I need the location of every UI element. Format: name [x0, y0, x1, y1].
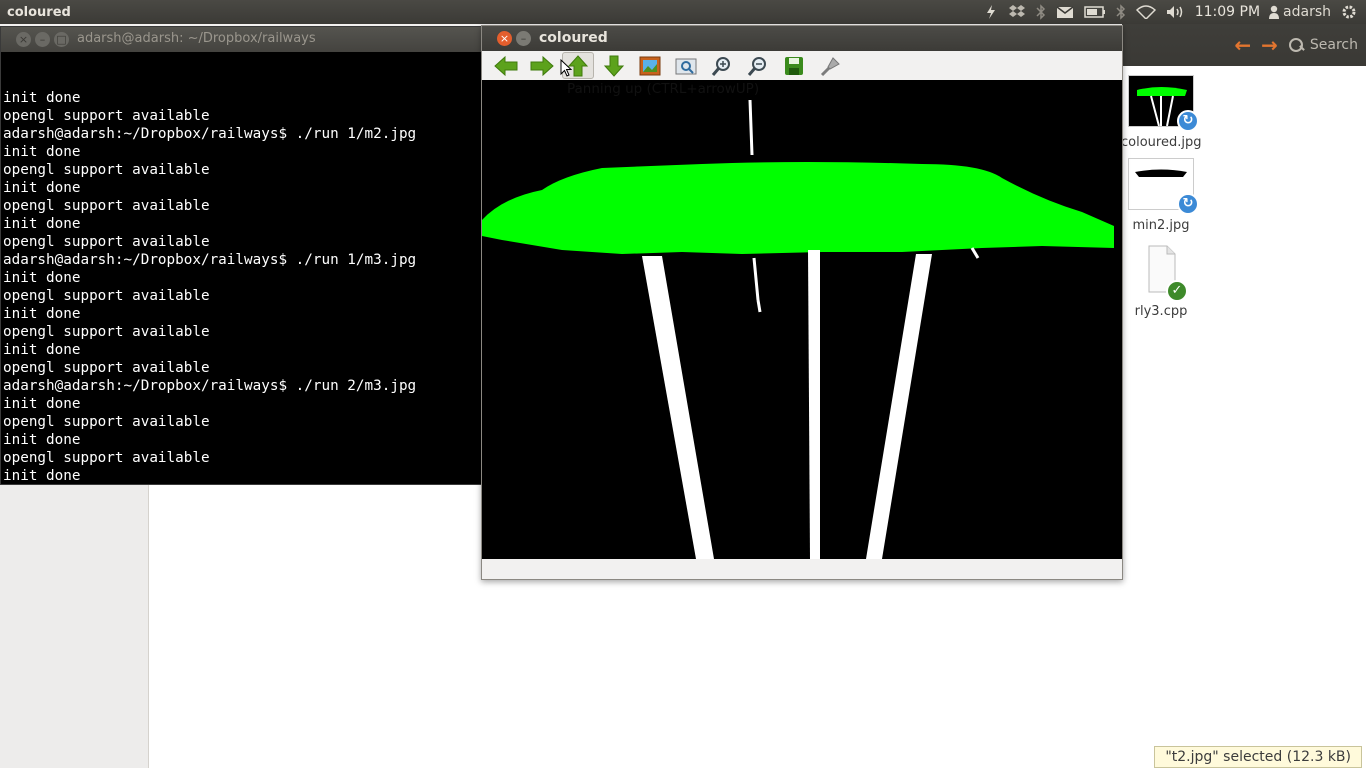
user-name: adarsh [1283, 4, 1331, 20]
user-menu[interactable]: adarsh [1264, 0, 1336, 24]
pan-down-icon[interactable] [596, 52, 632, 79]
window-controls: × – □ [12, 32, 69, 47]
terminal-line: init done [3, 468, 81, 484]
terminal-line: init done [3, 396, 81, 412]
file-item-min2[interactable]: ↻ min2.jpg [1121, 158, 1201, 233]
pan-left-icon[interactable] [488, 52, 524, 79]
check-emblem-icon: ✓ [1166, 280, 1188, 302]
dropbox-icon[interactable] [1003, 0, 1031, 24]
terminal-line: init done [3, 90, 81, 106]
close-icon[interactable]: × [16, 32, 31, 47]
terminal-titlebar[interactable]: × – □ adarsh@adarsh: ~/Dropbox/railways [1, 27, 481, 52]
power-icon[interactable] [979, 0, 1003, 24]
zoom-fit-icon[interactable] [632, 52, 668, 79]
clock[interactable]: 11:09 PM [1191, 4, 1264, 20]
file-manager-toolbar: ← → Search [1122, 24, 1366, 66]
minimize-icon[interactable]: – [516, 31, 531, 46]
window-controls: × – [493, 31, 531, 46]
search-label: Search [1309, 37, 1358, 53]
terminal-line: opengl support available [3, 324, 210, 340]
forward-arrow-icon[interactable]: → [1261, 33, 1278, 57]
viewer-toolbar [482, 51, 1122, 80]
sync-emblem-icon: ↻ [1177, 110, 1199, 132]
image-viewer-window[interactable]: × – coloured Panning up (CTRL+arrowUP) [481, 25, 1123, 580]
terminal-line: opengl support available [3, 162, 210, 178]
viewer-title: coloured [539, 30, 608, 46]
terminal-line: adarsh@adarsh:~/Dropbox/railways$ ./run … [3, 252, 417, 268]
file-name: coloured.jpg [1121, 135, 1202, 150]
properties-icon[interactable] [812, 52, 848, 79]
minimize-icon[interactable]: – [35, 32, 50, 47]
terminal-line: init done [3, 432, 81, 448]
file-name: min2.jpg [1132, 218, 1190, 233]
file-item-coloured[interactable]: ↻ coloured.jpg [1121, 75, 1201, 150]
file-item-rly3[interactable]: ✓ rly3.cpp [1121, 244, 1201, 319]
zoom-in-icon[interactable] [704, 52, 740, 79]
pan-right-icon[interactable] [524, 52, 560, 79]
user-icon [1269, 5, 1280, 19]
zoom-out-icon[interactable] [740, 52, 776, 79]
file-manager-sidebar [0, 484, 149, 768]
terminal-line: init done [3, 144, 81, 160]
bluetooth-icon[interactable] [1111, 0, 1131, 24]
back-arrow-icon[interactable]: ← [1234, 33, 1251, 57]
mail-icon[interactable] [1051, 0, 1079, 24]
terminal-window[interactable]: × – □ adarsh@adarsh: ~/Dropbox/railways … [0, 26, 482, 485]
terminal-line: init done [3, 342, 81, 358]
bluetooth-icon[interactable] [1031, 0, 1051, 24]
mouse-pointer-icon [560, 58, 573, 81]
image-canvas[interactable] [482, 80, 1122, 559]
document-icon: ✓ [1128, 244, 1194, 302]
terminal-line: opengl support available [3, 108, 210, 124]
terminal-line: adarsh@adarsh:~/Dropbox/railways$ ./run … [3, 126, 417, 142]
terminal-line: init done [3, 180, 81, 196]
terminal-line: opengl support available [3, 414, 210, 430]
battery-icon[interactable] [1079, 0, 1111, 24]
wifi-icon[interactable] [1131, 0, 1161, 24]
terminal-line: init done [3, 216, 81, 232]
gear-icon[interactable] [1336, 0, 1362, 24]
search-button[interactable]: Search [1288, 37, 1358, 53]
terminal-line: opengl support available [3, 198, 210, 214]
maximize-icon[interactable]: □ [54, 32, 69, 47]
save-icon[interactable] [776, 52, 812, 79]
terminal-title: adarsh@adarsh: ~/Dropbox/railways [77, 31, 316, 46]
terminal-line: init done [3, 270, 81, 286]
image-thumbnail-icon: ↻ [1128, 75, 1199, 132]
displayed-image [482, 80, 1122, 559]
active-app-title: coloured [7, 4, 71, 20]
terminal-line: init done [3, 306, 81, 322]
tooltip: Panning up (CTRL+arrowUP) [567, 81, 760, 97]
status-bar: "t2.jpg" selected (12.3 kB) [1154, 746, 1362, 768]
system-tray: 11:09 PM adarsh [979, 0, 1362, 24]
zoom-original-icon[interactable] [668, 52, 704, 79]
terminal-line: opengl support available [3, 234, 210, 250]
file-name: rly3.cpp [1134, 304, 1188, 319]
close-icon[interactable]: × [497, 31, 512, 46]
terminal-line: opengl support available [3, 450, 210, 466]
terminal-line: opengl support available [3, 360, 210, 376]
viewer-titlebar[interactable]: × – coloured [482, 26, 1122, 51]
terminal-line: opengl support available [3, 288, 210, 304]
search-icon [1288, 37, 1304, 53]
terminal-line: adarsh@adarsh:~/Dropbox/railways$ ./run … [3, 378, 417, 394]
volume-icon[interactable] [1161, 0, 1191, 24]
terminal-output[interactable]: init done opengl support available adarsh@… [1, 52, 481, 485]
sync-emblem-icon: ↻ [1177, 193, 1199, 215]
image-thumbnail-icon: ↻ [1128, 158, 1199, 215]
top-panel: coloured 11:09 PM adarsh [0, 0, 1366, 24]
